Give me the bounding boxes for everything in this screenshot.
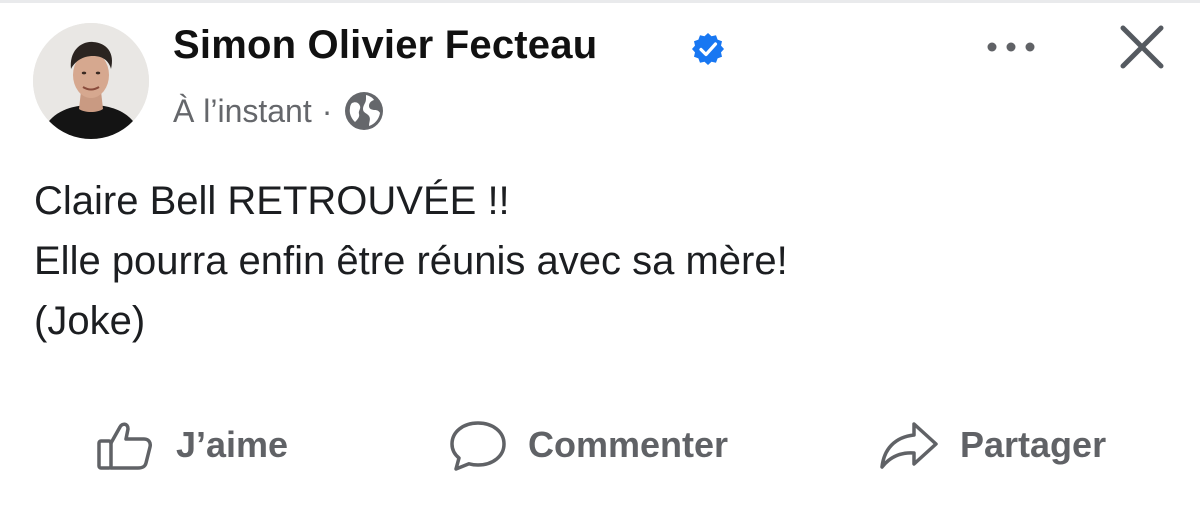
globe-icon[interactable] <box>342 89 386 133</box>
post-text-line: Claire Bell RETROUVÉE !! <box>34 179 510 223</box>
post-text: Claire Bell RETROUVÉE !! Elle pourra enf… <box>34 171 788 351</box>
post-meta: À l’instant · <box>173 89 386 133</box>
like-label: J’aime <box>176 424 289 465</box>
thumbs-up-icon <box>97 422 152 470</box>
post-timestamp[interactable]: À l’instant <box>173 93 312 130</box>
profile-photo <box>33 23 149 139</box>
comment-label: Commenter <box>528 424 729 465</box>
comment-icon <box>450 421 506 471</box>
verified-badge-icon <box>692 33 724 65</box>
share-button[interactable]: Partager <box>878 415 1106 475</box>
post-text-line: Elle pourra enfin être réunis avec sa mè… <box>34 239 788 283</box>
post-text-line: (Joke) <box>34 299 146 343</box>
like-button[interactable]: J’aime <box>96 415 288 475</box>
close-icon[interactable] <box>1112 17 1172 77</box>
more-options-icon[interactable] <box>978 27 1044 67</box>
meta-separator: · <box>321 92 333 129</box>
post-card: Simon Olivier Fecteau À l’instant · Clai… <box>0 0 1200 512</box>
comment-button[interactable]: Commenter <box>448 415 728 475</box>
avatar[interactable] <box>33 23 149 139</box>
action-bar: J’aime Commenter Partager <box>0 415 1200 475</box>
share-label: Partager <box>960 424 1107 465</box>
share-icon <box>880 422 938 469</box>
author-name[interactable]: Simon Olivier Fecteau <box>173 23 597 68</box>
